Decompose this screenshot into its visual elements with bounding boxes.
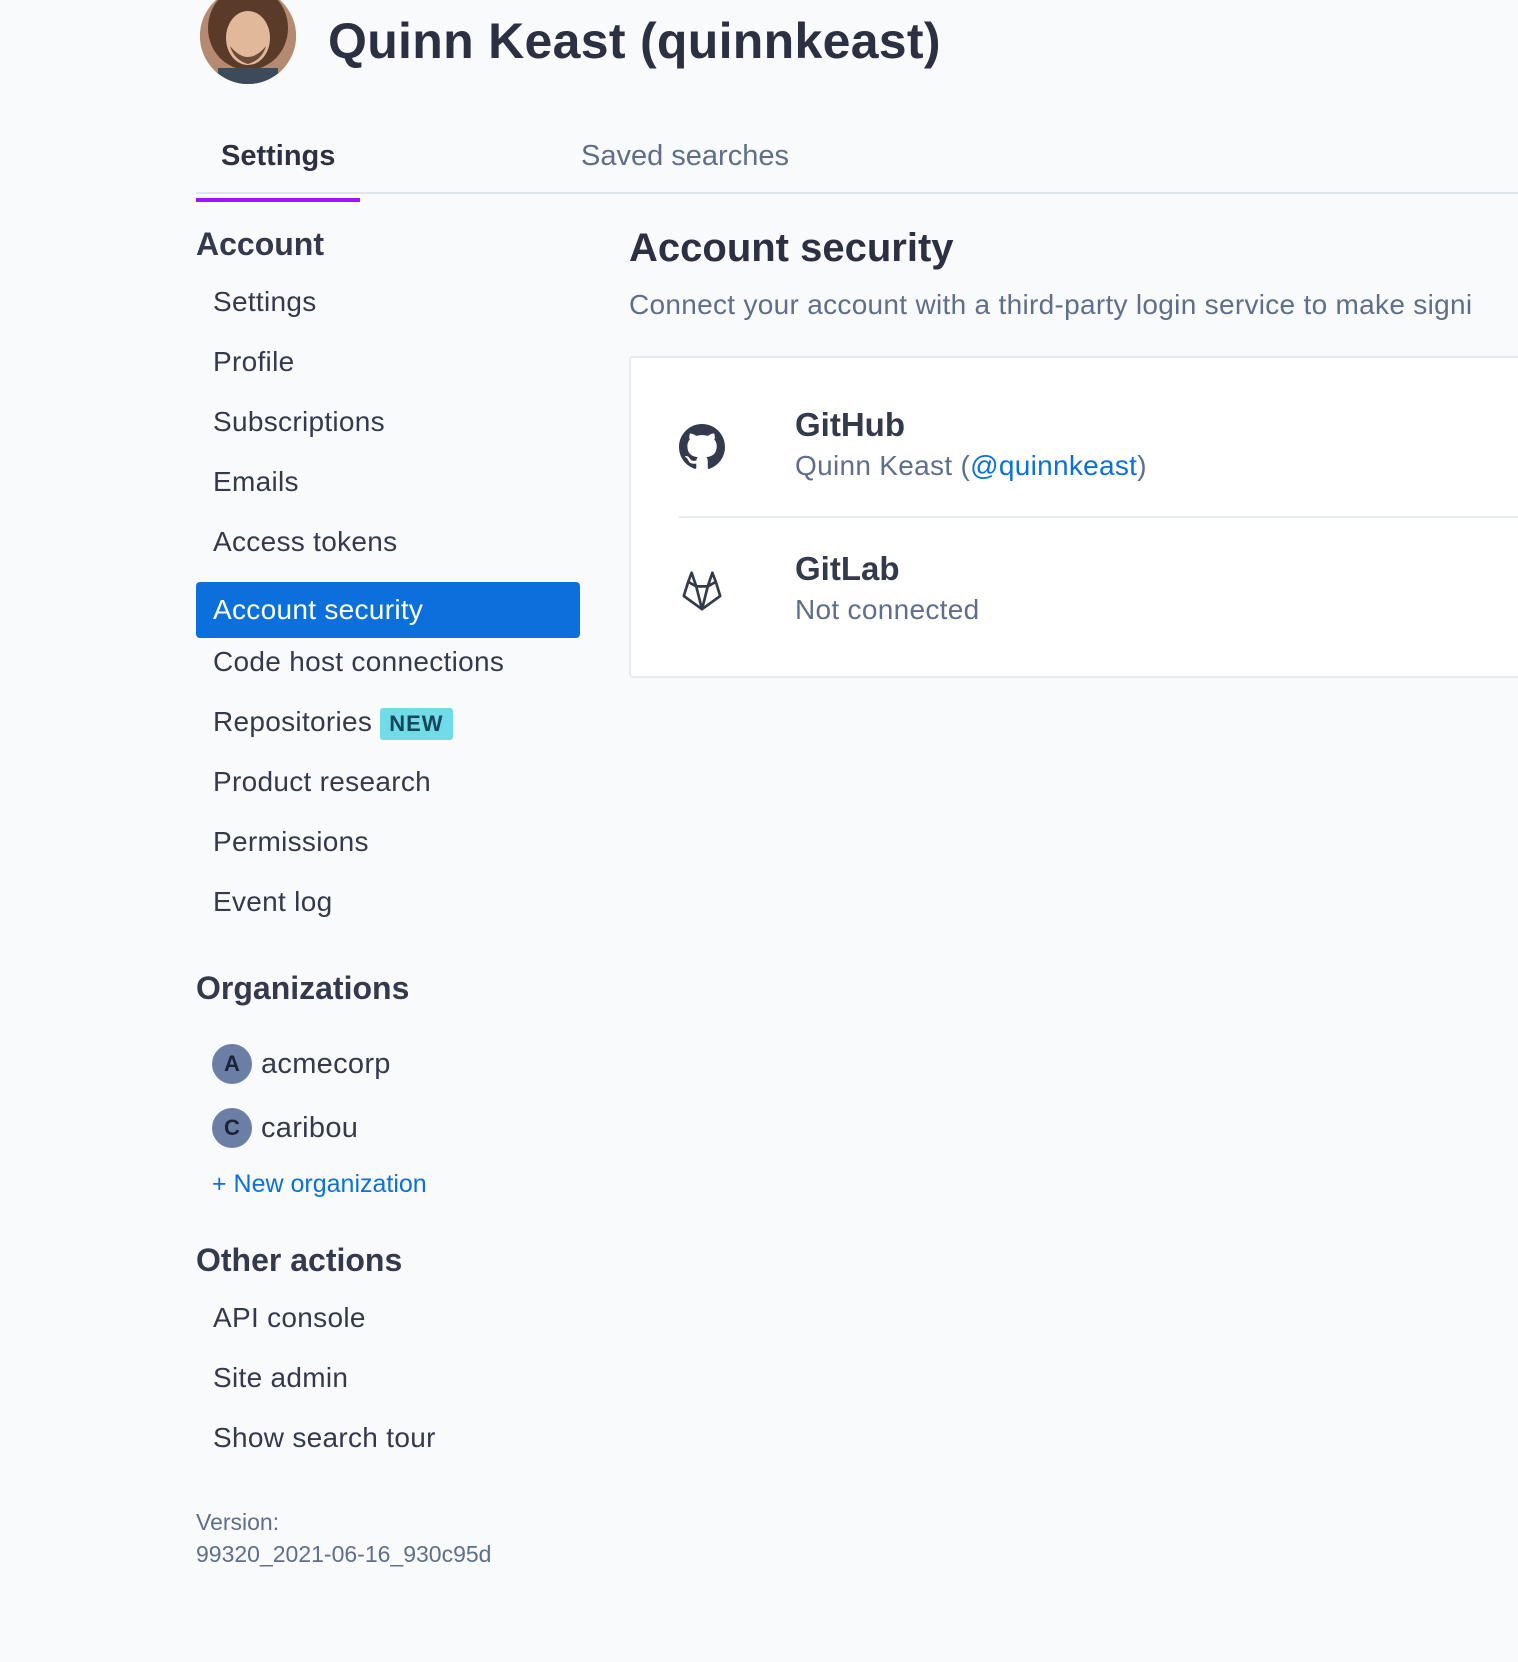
- page-title: Quinn Keast (quinnkeast): [328, 13, 941, 69]
- tab-settings[interactable]: Settings: [196, 138, 361, 202]
- sidebar-item-site-admin[interactable]: Site admin: [196, 1350, 580, 1406]
- user-avatar[interactable]: [200, 0, 296, 84]
- provider-row-github[interactable]: GitHub Quinn Keast (@quinnkeast): [679, 398, 1518, 498]
- new-organization-link[interactable]: + New organization: [212, 1170, 427, 1199]
- divider: [679, 516, 1518, 518]
- provider-row-gitlab[interactable]: GitLab Not connected: [679, 542, 1518, 642]
- provider-status: Quinn Keast (@quinnkeast): [795, 450, 1147, 481]
- new-badge: NEW: [380, 707, 453, 740]
- org-name: acmecorp: [261, 1047, 391, 1080]
- sidebar-item-event-log[interactable]: Event log: [196, 874, 580, 930]
- sidebar-item-show-search-tour[interactable]: Show search tour: [196, 1410, 580, 1466]
- sidebar-item-settings[interactable]: Settings: [196, 274, 580, 330]
- sidebar-item-account-security[interactable]: Account security: [196, 582, 580, 638]
- sidebar-item-permissions[interactable]: Permissions: [196, 814, 580, 870]
- org-name: caribou: [261, 1111, 359, 1144]
- tab-saved-searches[interactable]: Saved searches: [556, 138, 814, 194]
- sidebar-item-profile[interactable]: Profile: [196, 334, 580, 390]
- sidebar-item-api-console[interactable]: API console: [196, 1290, 580, 1346]
- org-item-caribou[interactable]: C caribou: [212, 1106, 358, 1150]
- provider-name: GitLab: [795, 550, 900, 587]
- sidebar-section-account: Account: [196, 226, 324, 262]
- settings-page: Quinn Keast (quinnkeast) Settings Saved …: [0, 0, 1518, 1662]
- sidebar-item-emails[interactable]: Emails: [196, 454, 580, 510]
- sidebar-item-access-tokens[interactable]: Access tokens: [196, 514, 580, 570]
- sidebar-section-organizations: Organizations: [196, 970, 410, 1006]
- org-avatar: C: [212, 1108, 252, 1148]
- sidebar-section-other-actions: Other actions: [196, 1242, 403, 1278]
- sidebar-item-product-research[interactable]: Product research: [196, 754, 580, 810]
- version-label: Version:: [196, 1509, 280, 1535]
- gitlab-icon: [679, 568, 725, 614]
- sidebar-item-repositories[interactable]: Repositories NEW: [196, 694, 580, 750]
- sidebar-item-label: Repositories: [213, 706, 373, 737]
- sidebar-item-subscriptions[interactable]: Subscriptions: [196, 394, 580, 450]
- tab-bar: Settings Saved searches: [196, 128, 1518, 202]
- github-handle-link[interactable]: @quinnkeast: [970, 450, 1137, 481]
- sidebar-item-code-host-connections[interactable]: Code host connections: [196, 634, 580, 690]
- provider-name: GitHub: [795, 406, 905, 443]
- auth-providers-card: GitHub Quinn Keast (@quinnkeast) GitLab …: [629, 356, 1518, 678]
- section-description: Connect your account with a third-party …: [629, 289, 1473, 320]
- org-avatar: A: [212, 1044, 252, 1084]
- version-value: 99320_2021-06-16_930c95d: [196, 1541, 492, 1567]
- main-content: Account security Connect your account wi…: [629, 226, 1518, 678]
- github-icon: [679, 424, 725, 470]
- org-item-acmecorp[interactable]: A acmecorp: [212, 1042, 391, 1086]
- provider-status: Not connected: [795, 594, 980, 625]
- section-heading: Account security: [629, 226, 954, 270]
